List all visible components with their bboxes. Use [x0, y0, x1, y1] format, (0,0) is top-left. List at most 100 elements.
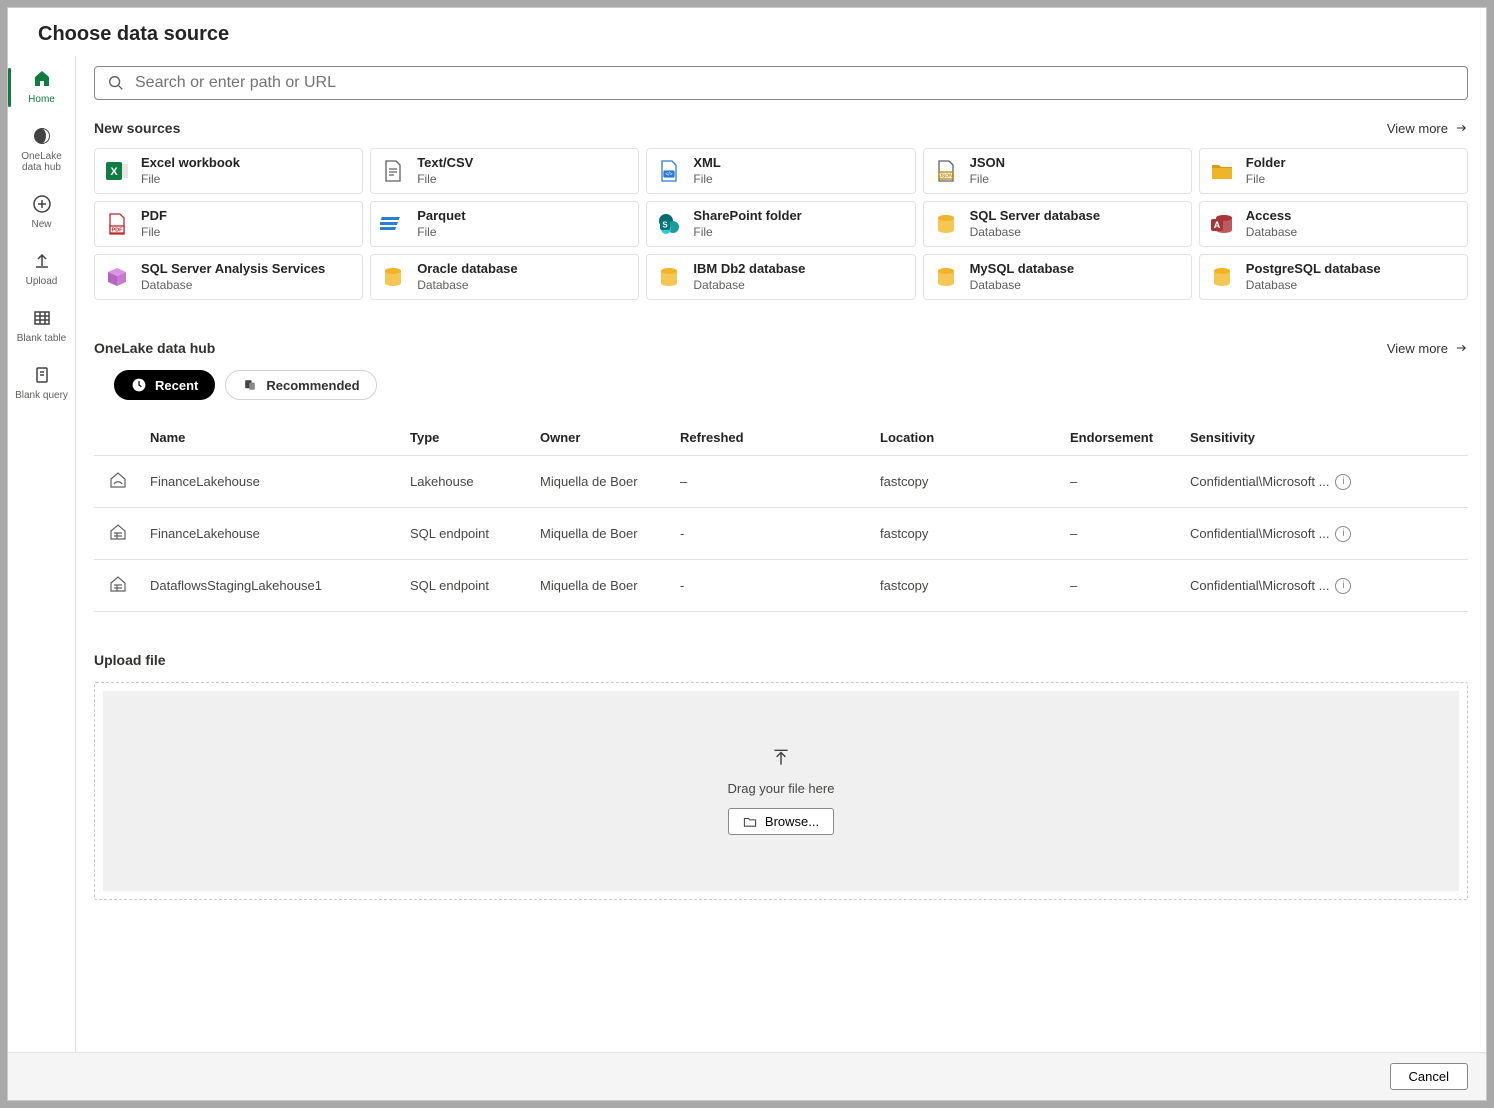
cell-owner: Miquella de Boer: [532, 560, 672, 612]
info-icon[interactable]: i: [1335, 578, 1351, 594]
db-yellow-icon: [932, 263, 960, 291]
cancel-button[interactable]: Cancel: [1390, 1063, 1468, 1090]
source-name: Text/CSV: [417, 155, 473, 171]
onelake-tabs: Recent Recommended: [114, 370, 1468, 400]
sidebar-item-label: New: [31, 219, 51, 230]
query-icon: [31, 364, 53, 386]
section-title: Upload file: [94, 652, 1468, 668]
source-name: PDF: [141, 208, 167, 224]
source-sub: File: [693, 171, 720, 187]
folder-icon: [743, 815, 757, 829]
source-card-postgresql-database[interactable]: PostgreSQL databaseDatabase: [1199, 254, 1468, 300]
svg-text:A: A: [1214, 220, 1221, 230]
source-card-excel-workbook[interactable]: X Excel workbookFile: [94, 148, 363, 194]
sidebar-item-home[interactable]: Home: [8, 62, 75, 113]
search-box[interactable]: [94, 66, 1468, 100]
source-name: SQL Server database: [970, 208, 1101, 224]
cube-icon: [103, 263, 131, 291]
source-card-ibm-db2-database[interactable]: IBM Db2 databaseDatabase: [646, 254, 915, 300]
source-card-xml[interactable]: </>XMLFile: [646, 148, 915, 194]
source-card-pdf[interactable]: PDFPDFFile: [94, 201, 363, 247]
sidebar-item-new[interactable]: New: [8, 187, 75, 238]
sidebar-item-onelake[interactable]: OneLake data hub: [8, 119, 75, 181]
section-title: New sources: [94, 120, 180, 136]
row-icon: [94, 560, 142, 612]
sidebar-item-label: Blank query: [15, 390, 68, 401]
tab-label: Recent: [155, 378, 198, 393]
col-name[interactable]: Name: [142, 420, 402, 456]
cell-sensitivity: Confidential\Microsoft ...i: [1182, 456, 1468, 508]
dialog-title: Choose data source: [8, 8, 1486, 56]
source-text: Text/CSVFile: [417, 155, 473, 187]
cell-location: fastcopy: [872, 456, 1062, 508]
source-name: Parquet: [417, 208, 465, 224]
source-text: SQL Server databaseDatabase: [970, 208, 1101, 240]
sidebar-item-blank-table[interactable]: Blank table: [8, 301, 75, 352]
db-yellow-icon: [1208, 263, 1236, 291]
cell-sensitivity: Confidential\Microsoft ...i: [1182, 508, 1468, 560]
recommended-icon: [242, 377, 258, 393]
svg-text:PDF: PDF: [112, 228, 124, 234]
sidebar-item-upload[interactable]: Upload: [8, 244, 75, 295]
col-endorsement[interactable]: Endorsement: [1062, 420, 1182, 456]
col-refreshed[interactable]: Refreshed: [672, 420, 872, 456]
source-text: MySQL databaseDatabase: [970, 261, 1075, 293]
onelake-header: OneLake data hub View more: [94, 340, 1468, 356]
section-title: OneLake data hub: [94, 340, 215, 356]
sidebar-item-label: OneLake data hub: [21, 151, 62, 173]
new-sources-header: New sources View more: [94, 120, 1468, 136]
col-location[interactable]: Location: [872, 420, 1062, 456]
cell-endorsement: –: [1062, 560, 1182, 612]
source-card-json[interactable]: JSON JSONFile: [923, 148, 1192, 194]
svg-text:JSON: JSON: [939, 174, 953, 180]
cell-location: fastcopy: [872, 560, 1062, 612]
folder-icon: [1208, 157, 1236, 185]
source-card-oracle-database[interactable]: Oracle databaseDatabase: [370, 254, 639, 300]
view-more-label: View more: [1387, 121, 1448, 136]
table-row[interactable]: FinanceLakehouseSQL endpointMiquella de …: [94, 508, 1468, 560]
svg-text:X: X: [110, 166, 118, 178]
upload-dropzone[interactable]: Drag your file here Browse...: [94, 682, 1468, 900]
info-icon[interactable]: i: [1335, 526, 1351, 542]
col-sensitivity[interactable]: Sensitivity: [1182, 420, 1468, 456]
info-icon[interactable]: i: [1335, 474, 1351, 490]
source-card-parquet[interactable]: ParquetFile: [370, 201, 639, 247]
source-text: PostgreSQL databaseDatabase: [1246, 261, 1381, 293]
source-card-sql-server-database[interactable]: SQL Server databaseDatabase: [923, 201, 1192, 247]
source-text: Excel workbookFile: [141, 155, 240, 187]
tab-recent[interactable]: Recent: [114, 370, 215, 400]
source-text: SQL Server Analysis ServicesDatabase: [141, 261, 325, 293]
source-card-text-csv[interactable]: Text/CSVFile: [370, 148, 639, 194]
cell-name: FinanceLakehouse: [142, 508, 402, 560]
db-yellow-icon: [655, 263, 683, 291]
source-name: Oracle database: [417, 261, 517, 277]
json-icon: JSON: [932, 157, 960, 185]
source-text: FolderFile: [1246, 155, 1286, 187]
arrow-right-icon: [1454, 341, 1468, 355]
cell-name: FinanceLakehouse: [142, 456, 402, 508]
search-input[interactable]: [135, 74, 1455, 92]
row-icon: [94, 456, 142, 508]
col-type[interactable]: Type: [402, 420, 532, 456]
main-content: New sources View more X Excel workbookFil…: [76, 56, 1486, 1052]
table-row[interactable]: FinanceLakehouseLakehouseMiquella de Boe…: [94, 456, 1468, 508]
source-card-access[interactable]: AAccessDatabase: [1199, 201, 1468, 247]
view-more-link[interactable]: View more: [1387, 121, 1468, 136]
tab-recommended[interactable]: Recommended: [225, 370, 376, 400]
source-text: JSONFile: [970, 155, 1005, 187]
arrow-right-icon: [1454, 121, 1468, 135]
browse-button[interactable]: Browse...: [728, 808, 834, 835]
source-card-sharepoint-folder[interactable]: SSharePoint folderFile: [646, 201, 915, 247]
source-sub: Database: [693, 277, 805, 293]
source-card-sql-server-analysis-services[interactable]: SQL Server Analysis ServicesDatabase: [94, 254, 363, 300]
onelake-icon: [31, 125, 53, 147]
col-owner[interactable]: Owner: [532, 420, 672, 456]
cell-refreshed: –: [672, 456, 872, 508]
view-more-link[interactable]: View more: [1387, 341, 1468, 356]
source-card-folder[interactable]: FolderFile: [1199, 148, 1468, 194]
source-sub: Database: [141, 277, 325, 293]
sidebar-item-blank-query[interactable]: Blank query: [8, 358, 75, 409]
table-row[interactable]: DataflowsStagingLakehouse1SQL endpointMi…: [94, 560, 1468, 612]
source-card-mysql-database[interactable]: MySQL databaseDatabase: [923, 254, 1192, 300]
table-icon: [31, 307, 53, 329]
